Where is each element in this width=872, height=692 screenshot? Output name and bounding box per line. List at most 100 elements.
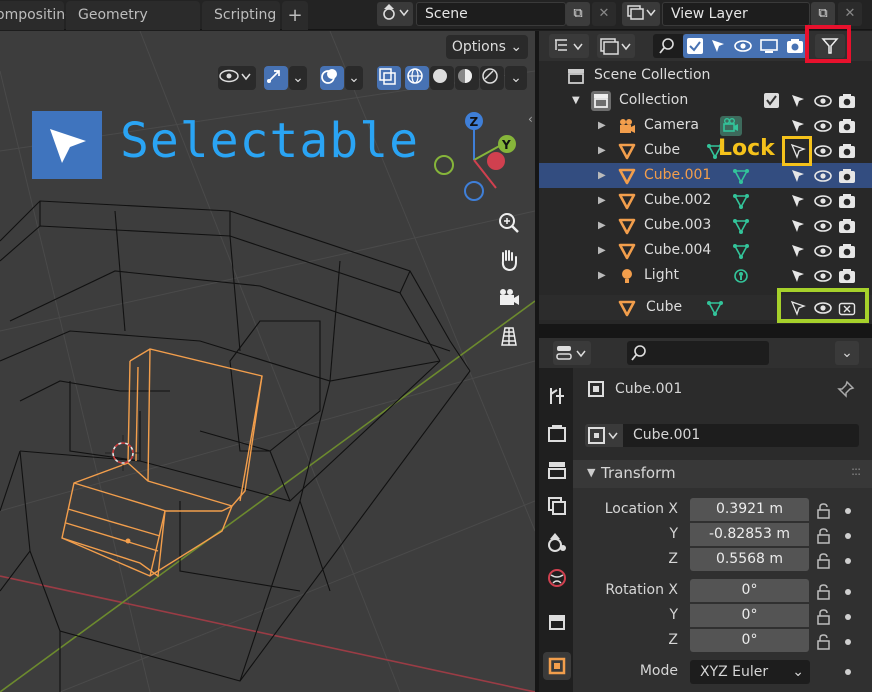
- search-icon[interactable]: [653, 34, 683, 58]
- perspective-grid-icon[interactable]: [492, 319, 526, 353]
- properties-search-input[interactable]: [627, 341, 769, 365]
- light-data-icon[interactable]: [731, 266, 751, 295]
- expand-arrow-icon[interactable]: ▶: [598, 213, 606, 238]
- expand-arrow-icon[interactable]: ▶: [598, 238, 606, 263]
- scene-selector-icon[interactable]: [377, 2, 413, 26]
- keyframe-dot-icon[interactable]: [845, 589, 851, 595]
- view-layer-icon[interactable]: [622, 2, 660, 26]
- camera-view-icon[interactable]: [492, 281, 526, 315]
- keyframe-dot-icon[interactable]: [845, 508, 851, 514]
- output-tab-icon[interactable]: [543, 456, 571, 484]
- outliner-item-row[interactable]: ▶ Cube.003: [539, 213, 872, 238]
- render-tab-icon[interactable]: [543, 420, 571, 448]
- display-mode-icon[interactable]: [597, 34, 635, 58]
- lock-icon[interactable]: [815, 608, 833, 626]
- options-dropdown[interactable]: Options ⌄: [446, 35, 528, 59]
- gizmo-toggle-icon[interactable]: [264, 66, 288, 90]
- expand-arrow-icon[interactable]: ▶: [598, 263, 606, 288]
- render-camera-icon[interactable]: [838, 242, 856, 260]
- collection-selectable-icon[interactable]: [789, 92, 807, 110]
- render-camera-icon[interactable]: [838, 217, 856, 235]
- render-camera-icon[interactable]: [838, 117, 856, 135]
- gizmo-dropdown-icon[interactable]: ⌄: [289, 66, 307, 90]
- object-browse-icon[interactable]: [585, 424, 623, 447]
- selectable-icon[interactable]: [789, 217, 807, 235]
- outliner-item-row[interactable]: ▶ Light: [539, 263, 872, 288]
- exclude-checkbox-icon[interactable]: [687, 38, 703, 54]
- selectable-icon[interactable]: [789, 242, 807, 260]
- render-camera-icon[interactable]: [838, 192, 856, 210]
- keyframe-dot-icon[interactable]: [845, 669, 851, 675]
- 3d-viewport[interactable]: Z Y Selectable Options ⌄ ⌄ ⌄ ⌄: [0, 31, 535, 692]
- location-z-field[interactable]: 0.5568 m: [690, 548, 809, 571]
- tool-tab-icon[interactable]: [543, 382, 571, 410]
- eye-icon[interactable]: [814, 267, 832, 285]
- selectable-icon[interactable]: [789, 267, 807, 285]
- expand-arrow-icon[interactable]: ▶: [598, 113, 606, 138]
- xray-toggle-icon[interactable]: [377, 66, 401, 90]
- mesh-data-icon[interactable]: [705, 298, 725, 327]
- zoom-icon[interactable]: [492, 206, 526, 240]
- eye-icon[interactable]: [814, 192, 832, 210]
- view-layer-close-icon[interactable]: ✕: [838, 2, 862, 26]
- render-camera-icon[interactable]: [838, 142, 856, 160]
- visibility-toggle-icon[interactable]: [218, 66, 256, 90]
- object-name-field[interactable]: Cube.001: [623, 424, 859, 447]
- tab-compositing[interactable]: ompositing: [0, 1, 74, 30]
- scene-close-icon[interactable]: ✕: [592, 2, 616, 26]
- render-camera-icon[interactable]: [838, 267, 856, 285]
- scene-name-field[interactable]: Scene: [416, 2, 566, 26]
- outliner-item-row[interactable]: ▶ Cube.001: [539, 163, 872, 188]
- add-workspace-button[interactable]: +: [282, 1, 308, 30]
- material-shading-icon[interactable]: [455, 66, 479, 90]
- lock-icon[interactable]: [815, 502, 833, 520]
- lock-icon[interactable]: [815, 552, 833, 570]
- lock-icon[interactable]: [815, 527, 833, 545]
- properties-editor-type-icon[interactable]: [553, 341, 591, 365]
- world-tab-icon[interactable]: [543, 564, 571, 592]
- wireframe-shading-icon[interactable]: [405, 66, 429, 90]
- object-tab-icon[interactable]: [543, 652, 571, 680]
- selectable-icon[interactable]: [789, 117, 807, 135]
- keyframe-dot-icon[interactable]: [845, 533, 851, 539]
- editor-type-icon[interactable]: [549, 34, 589, 58]
- overlay-dropdown-icon[interactable]: ⌄: [345, 66, 363, 90]
- pan-hand-icon[interactable]: [492, 243, 526, 277]
- rotation-mode-dropdown[interactable]: XYZ Euler ⌄: [690, 660, 810, 684]
- rotation-y-field[interactable]: 0°: [690, 604, 809, 627]
- outliner-item-row[interactable]: ▶ Camera: [539, 113, 872, 138]
- expand-arrow-icon[interactable]: ▶: [598, 138, 606, 163]
- shading-dropdown-icon[interactable]: ⌄: [505, 66, 527, 90]
- rotation-z-field[interactable]: 0°: [690, 629, 809, 652]
- scene-collection-row[interactable]: Scene Collection: [539, 63, 872, 88]
- eye-icon[interactable]: [814, 142, 832, 160]
- view-layer-copy-icon[interactable]: ⧉: [811, 2, 835, 26]
- sidebar-collapse-icon[interactable]: ‹: [528, 112, 538, 128]
- outliner-item-row[interactable]: ▶ Cube.002: [539, 188, 872, 213]
- expand-arrow-icon[interactable]: ▶: [598, 163, 606, 188]
- outliner-item-row[interactable]: ▶ Cube: [539, 138, 872, 163]
- pin-icon[interactable]: [837, 380, 855, 402]
- monitor-icon[interactable]: [759, 37, 779, 59]
- eye-icon[interactable]: [814, 167, 832, 185]
- transform-panel-header[interactable]: ▼ Transform :::: [573, 460, 872, 488]
- tab-scripting[interactable]: Scripting: [202, 1, 280, 30]
- render-camera-icon[interactable]: [838, 167, 856, 185]
- view-layer-field[interactable]: View Layer: [662, 2, 810, 26]
- drag-handle-icon[interactable]: :::: [851, 464, 861, 478]
- location-x-field[interactable]: 0.3921 m: [690, 498, 809, 521]
- collection-checkbox-icon[interactable]: [764, 93, 779, 108]
- tab-geometry-nodes[interactable]: Geometry Nodes: [66, 1, 200, 52]
- selectable-toggle-icon[interactable]: [709, 37, 727, 59]
- scene-tab-icon[interactable]: [543, 528, 571, 556]
- panel-divider[interactable]: [539, 324, 872, 338]
- scene-copy-icon[interactable]: ⧉: [566, 2, 590, 26]
- expand-arrow-icon[interactable]: ▼: [572, 88, 580, 113]
- selectable-icon[interactable]: [789, 167, 807, 185]
- eye-icon[interactable]: [733, 37, 753, 59]
- eye-icon[interactable]: [814, 242, 832, 260]
- solid-shading-icon[interactable]: [430, 66, 454, 90]
- collection-tab-icon[interactable]: [543, 608, 571, 636]
- eye-icon[interactable]: [814, 117, 832, 135]
- keyframe-dot-icon[interactable]: [845, 558, 851, 564]
